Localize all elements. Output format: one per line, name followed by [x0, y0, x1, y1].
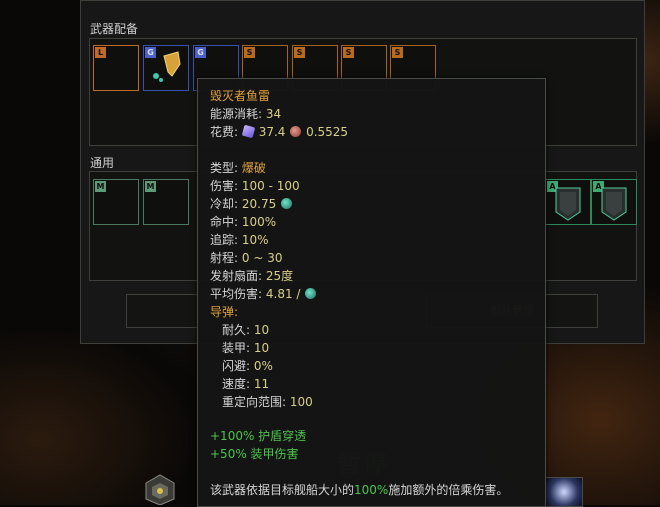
range-row: 射程: 0 ~ 30 [210, 249, 282, 266]
cooldown-value: 20.75 [241, 197, 277, 211]
cost-row: 花费: 37.4 0.5525 [210, 123, 348, 140]
cost-ore-value: 0.5525 [306, 125, 349, 139]
missile-stat-label: 闪避: [222, 359, 251, 373]
general-slot-armor[interactable]: A [545, 179, 591, 225]
damage-row: 伤害: 100 - 100 [210, 177, 300, 194]
armor-plate-icon [555, 187, 581, 221]
weapon-slot-l[interactable]: L [93, 45, 139, 91]
weapon-description: 该武器依据目标舰船大小的100%施加额外的倍乘伤害。 [210, 481, 508, 498]
general-section-label: 通用 [90, 156, 115, 170]
energy-label: 能源消耗: [210, 107, 263, 121]
time-icon [281, 198, 293, 209]
avg-damage-label: 平均伤害: [210, 287, 263, 301]
general-slot-m[interactable]: M [143, 179, 189, 225]
armor-damage-bonus: +50% 装甲伤害 [210, 447, 299, 461]
tracking-label: 追踪: [210, 233, 239, 247]
weapon-slot-g-filled[interactable]: G [143, 45, 189, 91]
desc-after: 施加额外的倍乘伤害。 [388, 483, 509, 497]
slot-type-tag: S [392, 47, 403, 58]
missile-armor-row: 装甲: 10 [222, 339, 269, 356]
missile-speed-row: 速度: 11 [222, 375, 269, 392]
energy-row: 能源消耗: 34 [210, 105, 281, 122]
energy-value: 34 [265, 107, 282, 121]
type-row: 类型: 爆破 [210, 159, 266, 176]
cost-label: 花费: [210, 125, 239, 139]
missile-evasion-row: 闪避: 0% [222, 357, 273, 374]
slot-type-tag: S [294, 47, 305, 58]
missile-stat-value: 100 [289, 395, 313, 409]
missile-stat-label: 耐久: [222, 323, 251, 337]
galaxy-thumbnail[interactable] [545, 477, 583, 507]
cooldown-row: 冷却: 20.75 [210, 195, 293, 212]
general-slot-m[interactable]: M [93, 179, 139, 225]
damage-value: 100 - 100 [241, 179, 300, 193]
armor-plate-icon [601, 187, 627, 221]
torpedo-icon [153, 51, 181, 82]
missile-retarget-row: 重定向范围: 100 [222, 393, 313, 410]
slot-type-tag: M [95, 181, 106, 192]
range-label: 射程: [210, 251, 239, 265]
missile-header: 导弹: [210, 305, 239, 319]
weapon-tooltip: 毁灭者鱼雷 能源消耗: 34 花费: 37.4 0.5525 类型: 爆破 伤害… [197, 78, 546, 507]
missile-stat-value: 11 [253, 377, 270, 391]
arc-label: 发射扇面: [210, 269, 263, 283]
shield-penetration-bonus: +100% 护盾穿透 [210, 429, 307, 443]
tracking-value: 10% [241, 233, 269, 247]
ore-icon [290, 126, 302, 137]
crystal-icon [241, 124, 256, 139]
avg-damage-value: 4.81 / [265, 287, 301, 301]
missile-hp-row: 耐久: 10 [222, 321, 269, 338]
missile-stat-value: 10 [253, 323, 270, 337]
desc-highlight: 100% [354, 483, 389, 497]
damage-label: 伤害: [210, 179, 239, 193]
type-label: 类型: [210, 161, 239, 175]
accuracy-value: 100% [241, 215, 277, 229]
missile-stat-label: 重定向范围: [222, 395, 287, 409]
cost-crystal-value: 37.4 [258, 125, 286, 139]
slot-type-tag: S [244, 47, 255, 58]
slot-type-tag: L [95, 47, 106, 58]
avg-damage-row: 平均伤害: 4.81 / [210, 285, 317, 302]
missile-stat-label: 装甲: [222, 341, 251, 355]
arc-value: 25度 [265, 269, 294, 283]
accuracy-row: 命中: 100% [210, 213, 276, 230]
type-value: 爆破 [241, 161, 266, 175]
module-cube-icon [145, 474, 175, 505]
left-action-button[interactable] [126, 294, 198, 328]
tracking-row: 追踪: 10% [210, 231, 269, 248]
weapons-section-label: 武器配备 [90, 22, 139, 36]
time-icon [305, 288, 317, 299]
slot-type-tag: G [195, 47, 206, 58]
arc-row: 发射扇面: 25度 [210, 267, 293, 284]
weapon-name: 毁灭者鱼雷 [210, 89, 271, 103]
missile-stat-label: 速度: [222, 377, 251, 391]
missile-stat-value: 10 [253, 341, 270, 355]
slot-type-tag: M [145, 181, 156, 192]
slot-type-tag: S [343, 47, 354, 58]
range-value: 0 ~ 30 [241, 251, 283, 265]
missile-stat-value: 0% [253, 359, 273, 373]
desc-before: 该武器依据目标舰船大小的 [210, 483, 355, 497]
cooldown-label: 冷却: [210, 197, 239, 211]
accuracy-label: 命中: [210, 215, 239, 229]
general-slot-armor[interactable]: A [591, 179, 637, 225]
